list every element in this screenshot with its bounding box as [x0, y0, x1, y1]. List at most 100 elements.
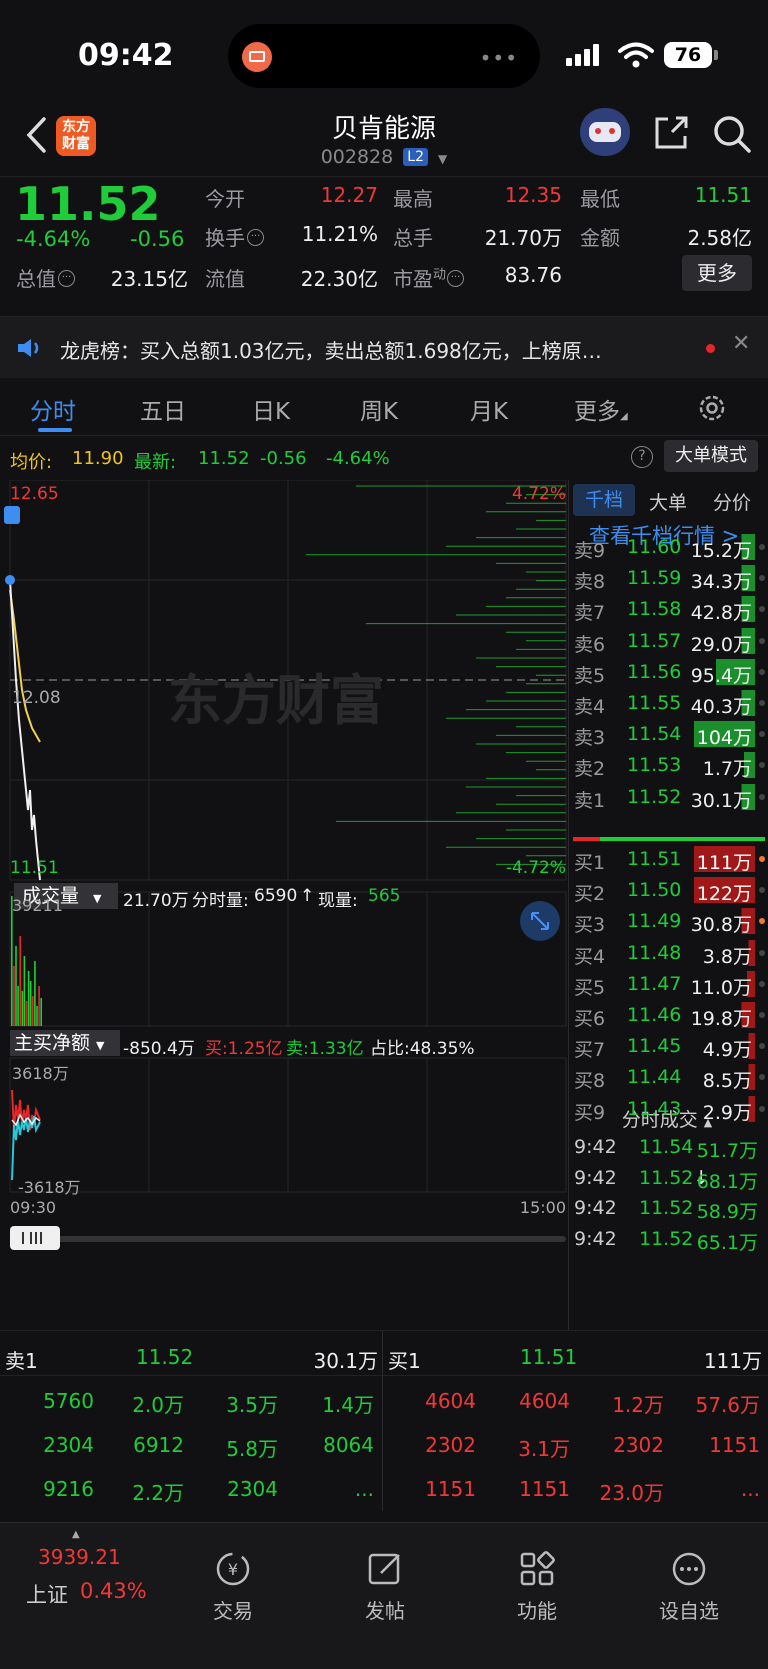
high-value: 12.35	[504, 183, 562, 207]
info-icon[interactable]: ···	[58, 270, 75, 287]
flow-dropdown[interactable]: 主买净额 ▼	[10, 1030, 120, 1056]
ask-dot	[759, 793, 765, 800]
current-price: 11.52	[15, 177, 161, 231]
bid-row[interactable]: 买5 11.47 11.0万	[569, 969, 765, 1002]
trade-price: 11.52	[639, 1197, 694, 1219]
intraday-chart[interactable]: 东方财富 12.65 12.08 11.51 4.72% -4.72% 成交量 ▼…	[0, 480, 568, 1315]
info-icon[interactable]: ···	[447, 270, 465, 287]
bid-row[interactable]: 买4 11.48 3.8万	[569, 938, 765, 971]
queue-sell-cell: 2304	[227, 1477, 278, 1501]
ask-row[interactable]: 卖8 11.59 34.3万	[569, 563, 765, 596]
event-badge	[4, 506, 20, 524]
ask-label: 卖8	[574, 571, 606, 594]
volume-bar	[21, 991, 24, 1026]
volume-bar	[23, 956, 26, 1026]
tab-month-k[interactable]: 月K	[470, 392, 508, 426]
ask-dot	[759, 668, 765, 675]
bid-row[interactable]: 买8 11.44 8.5万	[569, 1062, 765, 1095]
nav-post[interactable]: 发帖	[330, 1523, 440, 1624]
volume-bar	[11, 896, 13, 1026]
queue-buy-label: 买1	[388, 1349, 421, 1373]
bid-price: 11.49	[627, 910, 682, 933]
wifi-icon	[618, 42, 654, 68]
time-start: 09:30	[10, 1198, 57, 1217]
trade-volume: 51.7万	[696, 1140, 758, 1162]
index-value: 3939.21	[38, 1545, 121, 1569]
caret-down-icon: ▼	[438, 152, 448, 166]
ask-label: 卖5	[574, 664, 606, 687]
more-circle-icon	[672, 1552, 706, 1586]
news-ticker[interactable]: 龙虎榜：买入总额1.03亿元，卖出总额1.698亿元，上榜原… ✕	[0, 316, 768, 378]
clock: 09:42	[78, 38, 174, 73]
nav-trade[interactable]: ¥ 交易	[178, 1523, 288, 1624]
ask-row[interactable]: 卖7 11.58 42.8万	[569, 594, 765, 627]
tab-intraday[interactable]: 分时	[30, 392, 76, 426]
robot-avatar-icon[interactable]	[580, 108, 630, 156]
bid-row[interactable]: 买3 11.49 30.8万	[569, 906, 765, 939]
open-label: 今开	[205, 187, 245, 211]
stock-header: 东方 财富 贝肯能源 002828 L2 ▼	[0, 108, 768, 176]
bid-label: 买4	[574, 945, 606, 968]
ask-row[interactable]: 卖2 11.53 1.7万	[569, 750, 765, 783]
queue-sell-cell: 2304	[43, 1433, 94, 1457]
trade-volume: 58.9万	[696, 1201, 758, 1223]
book-tab-depth[interactable]: 千档	[573, 484, 635, 516]
big-order-mode-button[interactable]: 大单模式	[664, 440, 758, 472]
trade-row: 9:42 11.52 65.1万	[569, 1224, 765, 1257]
dynamic-island: •••	[228, 24, 540, 88]
tab-five-day[interactable]: 五日	[140, 392, 186, 426]
bid-row[interactable]: 买9 11.43 2.9万	[569, 1094, 765, 1127]
bid-row[interactable]: 买2 11.50 122万	[569, 875, 765, 908]
order-book: 千档 大单 分价 查看千档行情 > 分时成交▲ 卖911.6015.2万卖811…	[568, 480, 768, 1330]
book-tab-big[interactable]: 大单	[649, 488, 687, 515]
info-icon[interactable]: ···	[247, 229, 264, 246]
speaker-icon	[18, 339, 39, 357]
queue-buy-cell: 4604	[519, 1389, 570, 1413]
gear-icon[interactable]	[696, 392, 728, 424]
bid-volume: 122万	[693, 877, 755, 905]
bid-row[interactable]: 买1 11.51 111万	[569, 844, 765, 877]
bid-dot	[759, 918, 765, 925]
bid-dot	[759, 856, 765, 862]
pe-label: 市盈动 ···	[393, 263, 465, 292]
ask-row[interactable]: 卖1 11.52 30.1万	[569, 782, 765, 815]
turnover-value: 11.21%	[301, 222, 378, 246]
tab-more[interactable]: 更多◢	[574, 392, 628, 426]
bid-dot	[759, 980, 765, 987]
search-icon[interactable]	[712, 114, 752, 154]
status-bar: 09:42 ••• 76	[0, 0, 768, 108]
flow-ratio: 占比:48.35%	[370, 1039, 475, 1059]
book-tab-price[interactable]: 分价	[713, 488, 751, 515]
bid-row[interactable]: 买6 11.46 19.8万	[569, 1000, 765, 1033]
ask-label: 卖3	[574, 727, 606, 750]
bid-dot	[759, 1043, 765, 1050]
tab-week-k[interactable]: 周K	[360, 392, 398, 426]
queue-sell-cell: ...	[354, 1477, 374, 1501]
change-amount: -0.56	[130, 227, 185, 251]
bid-row[interactable]: 买7 11.45 4.9万	[569, 1031, 765, 1064]
ask-row[interactable]: 卖9 11.60 15.2万	[569, 532, 765, 565]
close-icon[interactable]: ✕	[732, 331, 750, 356]
volume-total: 21.70万	[123, 891, 189, 911]
help-icon[interactable]: ?	[631, 446, 653, 468]
nav-watchlist[interactable]: 设自选	[634, 1523, 744, 1624]
bid-price: 11.50	[627, 879, 682, 902]
bid-price: 11.45	[627, 1035, 682, 1058]
ask-row[interactable]: 卖6 11.57 29.0万	[569, 626, 765, 659]
more-button[interactable]: 更多	[682, 255, 752, 291]
open-value: 12.27	[320, 183, 378, 207]
trade-time: 9:42	[574, 1227, 617, 1250]
mail-icon	[242, 42, 272, 72]
queue-buy-price: 11.51	[520, 1345, 578, 1369]
ask-row[interactable]: 卖3 11.54 104万	[569, 719, 765, 752]
queue-divider	[382, 1331, 383, 1511]
index-ticker[interactable]: ▲ 3939.21 上证 0.43%	[0, 1523, 168, 1633]
queue-sell-cell: 1.4万	[322, 1393, 374, 1417]
tab-day-k[interactable]: 日K	[252, 392, 290, 426]
share-icon[interactable]	[652, 114, 690, 152]
trade-row: 9:42 11.54 51.7万	[569, 1132, 765, 1165]
ask-row[interactable]: 卖5 11.56 95.4万	[569, 657, 765, 690]
volume-bar	[40, 998, 42, 1026]
nav-functions[interactable]: 功能	[482, 1523, 592, 1624]
ask-row[interactable]: 卖4 11.55 40.3万	[569, 688, 765, 721]
